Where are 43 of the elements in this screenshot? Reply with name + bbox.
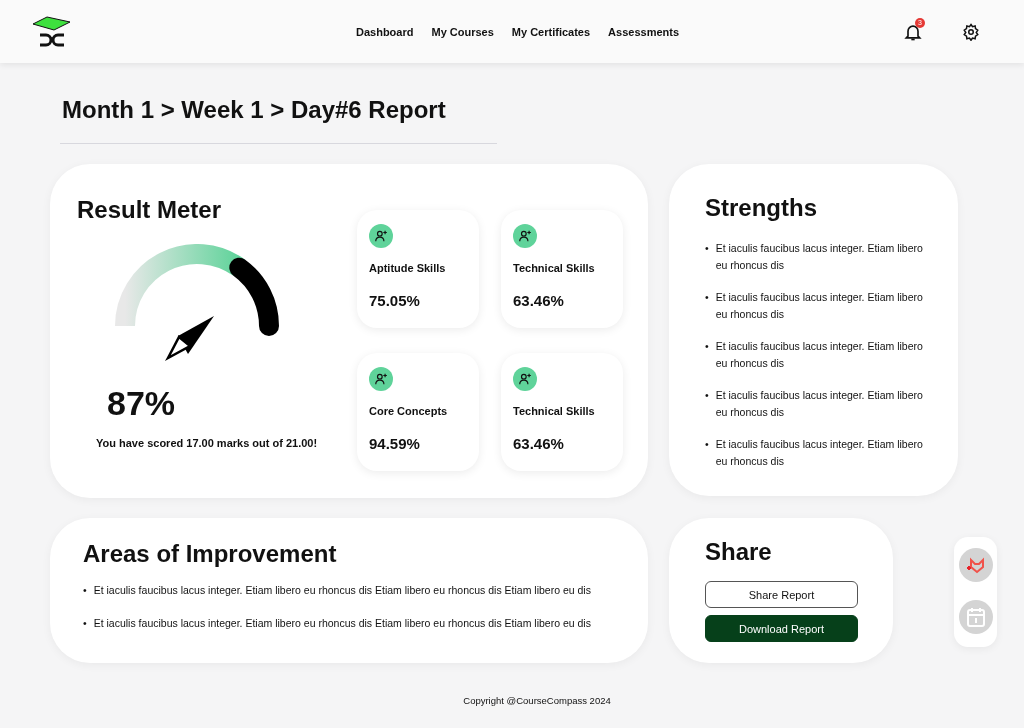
skill-value: 75.05% [369, 292, 421, 309]
score-summary: You have scored 17.00 marks out of 21.00! [96, 437, 319, 449]
bullet: • [705, 388, 709, 403]
strength-item: Et iaculis faucibus lacus integer. Etiam libero eu rhoncus dis [715, 241, 924, 273]
strength-item: Et iaculis faucibus lacus integer. Etiam libero eu rhoncus dis [715, 290, 924, 322]
copyright-text: Copyright @CourseCompass 2024 [463, 695, 611, 706]
skill-label: Aptitude Skills [369, 262, 447, 274]
bullet: • [705, 437, 709, 452]
skill-value: 63.46% [513, 292, 565, 309]
settings-icon[interactable] [962, 22, 981, 41]
skill-value: 63.46% [513, 435, 565, 452]
bullet: • [705, 339, 709, 354]
mascot-button[interactable] [958, 548, 993, 582]
person-plus-icon [374, 229, 388, 243]
nav-link[interactable]: Assessments [608, 25, 680, 38]
skill-label: Technical Skills [513, 405, 596, 417]
card-heading: Areas of Improvement [83, 540, 338, 568]
page-title: Month 1 > Week 1 > Day#6 Report [62, 95, 447, 125]
strength-item: Et iaculis faucibus lacus integer. Etiam libero eu rhoncus dis [715, 388, 924, 420]
card-heading: Result Meter [77, 196, 223, 224]
skill-value: 94.59% [369, 435, 421, 452]
card-heading: Share [705, 538, 773, 566]
nav-link[interactable]: My Courses [431, 25, 494, 38]
strength-item: Et iaculis faucibus lacus integer. Etiam libero eu rhoncus dis [715, 339, 924, 371]
calendar-icon [966, 607, 985, 627]
nav-link[interactable]: My Certificates [511, 25, 591, 38]
score-percent: 87% [107, 384, 177, 423]
strength-item: Et iaculis faucibus lacus integer. Etiam libero eu rhoncus dis [715, 437, 924, 469]
person-plus-icon [518, 372, 532, 386]
bullet: • [705, 290, 709, 305]
report-button[interactable]: Share Report [705, 581, 858, 608]
improvement-item: Et iaculis faucibus lacus integer. Etiam libero eu rhoncus dis Etiam libero eu rhoncus dis Etiam libero eu dis [93, 583, 592, 598]
bullet: • [705, 241, 709, 256]
skill-label: Core Concepts [369, 405, 449, 417]
bullet: • [83, 583, 87, 598]
person-plus-icon [518, 229, 532, 243]
report-button[interactable]: Download Report [705, 615, 858, 642]
nav-link[interactable]: Dashboard [356, 25, 414, 38]
skill-label: Technical Skills [513, 262, 596, 274]
improvement-item: Et iaculis faucibus lacus integer. Etiam libero eu rhoncus dis Etiam libero eu rhoncus dis Etiam libero eu dis [93, 616, 592, 631]
bullet: • [83, 616, 87, 631]
person-plus-icon [374, 372, 388, 386]
card-heading: Strengths [705, 194, 818, 222]
